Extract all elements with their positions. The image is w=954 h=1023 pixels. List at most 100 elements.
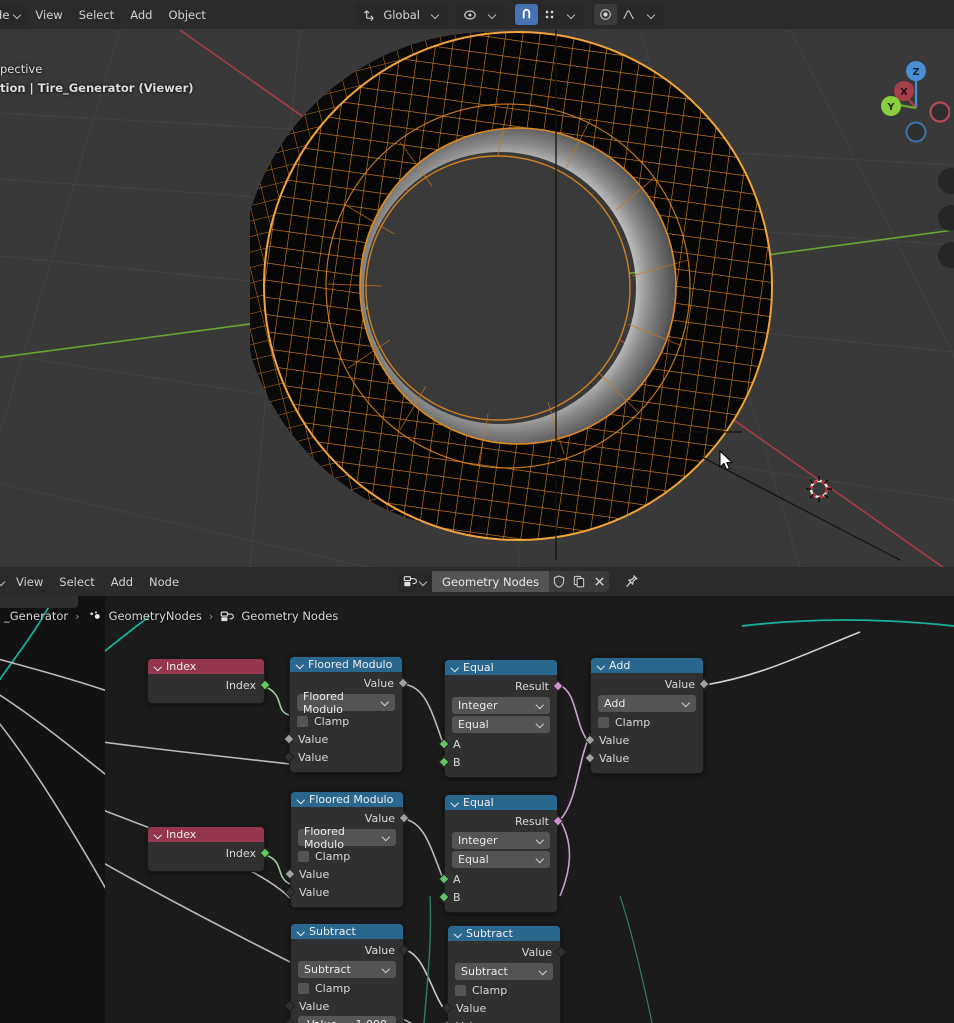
node-input-row[interactable]: A (438, 870, 557, 888)
socket-value-in-b[interactable] (284, 886, 296, 898)
snap-magnet-icon[interactable] (515, 4, 538, 25)
transform-orientation-value[interactable]: Global (378, 4, 425, 25)
pin-button[interactable] (620, 571, 644, 592)
chevron-down-icon[interactable] (425, 4, 446, 25)
node-floored-modulo-1[interactable]: Floored Modulo Value Floored Modulo Clam… (283, 656, 409, 773)
geometry-node-editor[interactable]: Index Index Floored Modulo Value Floored… (0, 567, 954, 1023)
fake-user-button[interactable] (549, 571, 569, 592)
node-header[interactable]: Subtract (291, 924, 403, 939)
breadcrumb-object[interactable]: _Generator (4, 609, 68, 623)
menu-node[interactable]: Node (141, 572, 187, 592)
socket-value-out[interactable] (698, 678, 710, 690)
socket-value-in-a[interactable] (284, 1000, 296, 1012)
socket-index-out[interactable] (259, 679, 271, 691)
menu-view[interactable]: View (27, 5, 70, 25)
node-tree-name-field[interactable]: Geometry Nodes (431, 571, 549, 592)
node-index-2[interactable]: Index Index (147, 826, 271, 872)
node-output-row[interactable]: Value (290, 674, 409, 692)
node-output-row[interactable]: Value (448, 943, 567, 961)
node-input-row-value[interactable]: Value 1.000 (284, 1015, 403, 1023)
collapse-chevron-icon[interactable] (451, 799, 458, 806)
collapse-chevron-icon[interactable] (597, 662, 604, 669)
collapse-chevron-icon[interactable] (297, 928, 304, 935)
menu-add[interactable]: Add (103, 572, 141, 592)
transform-orientation-group[interactable]: Global (355, 4, 448, 25)
clamp-checkbox[interactable]: Clamp (455, 982, 553, 998)
node-input-row[interactable]: Value (284, 865, 403, 883)
node-subtract-1[interactable]: Subtract Value Subtract Clamp Value (284, 923, 410, 1023)
menu-object[interactable]: Object (160, 5, 213, 25)
menu-select[interactable]: Select (71, 5, 122, 25)
node-header[interactable]: Add (591, 658, 703, 673)
proportional-editing-group[interactable] (592, 4, 664, 25)
operation-dropdown[interactable]: Add (598, 695, 696, 712)
node-input-row[interactable]: B (438, 888, 557, 906)
node-add-1[interactable]: Add Value Add Clamp Value Value (584, 657, 710, 774)
navigation-gizmo[interactable]: Z X Y (874, 50, 950, 150)
3d-viewport[interactable]: ode View Select Add Object Global (0, 0, 954, 567)
socket-value-in-a[interactable] (283, 733, 295, 745)
collapse-chevron-icon[interactable] (451, 664, 458, 671)
gizmo-axis-neg-x[interactable] (929, 101, 950, 123)
node-input-row[interactable]: A (438, 735, 557, 753)
node-floored-modulo-2[interactable]: Floored Modulo Value Floored Modulo Clam… (284, 791, 410, 908)
viewport-header[interactable]: ode View Select Add Object Global (0, 0, 954, 29)
node-input-row[interactable]: Value (283, 730, 402, 748)
node-header[interactable]: Floored Modulo (291, 792, 403, 807)
chevron-down-icon[interactable] (561, 4, 582, 25)
node-header[interactable]: Equal (445, 795, 557, 810)
node-input-row[interactable]: Value (441, 999, 560, 1017)
socket-value-in-a[interactable] (584, 734, 596, 746)
socket-value-out[interactable] (398, 812, 410, 824)
pivot-point-icon[interactable] (458, 4, 482, 25)
node-output-row[interactable]: Result (445, 812, 564, 830)
clamp-checkbox[interactable]: Clamp (598, 714, 696, 730)
pivot-point-group[interactable] (456, 4, 505, 25)
node-equal-2[interactable]: Equal Result Integer Equal A B (438, 794, 564, 913)
collapse-chevron-icon[interactable] (296, 661, 303, 668)
node-input-row[interactable]: Value (284, 997, 403, 1015)
operation-dropdown[interactable]: Floored Modulo (298, 825, 396, 851)
chevron-down-icon[interactable] (0, 572, 8, 592)
node-output-row[interactable]: Index (148, 844, 271, 862)
checkbox-box[interactable] (598, 716, 609, 728)
node-output-row[interactable]: Result (445, 677, 564, 695)
node-input-row[interactable]: Value (283, 748, 402, 766)
operation-dropdown[interactable]: Floored Modulo (297, 690, 395, 716)
node-input-row[interactable]: Value (441, 1017, 560, 1023)
socket-value-in-b[interactable] (584, 752, 596, 764)
socket-value-out[interactable] (555, 946, 567, 958)
socket-value-out[interactable] (397, 677, 409, 689)
gizmo-axis-neg-z[interactable] (905, 121, 927, 143)
socket-value-in-b[interactable] (283, 751, 295, 763)
node-canvas[interactable]: Index Index Floored Modulo Value Floored… (0, 596, 954, 1023)
breadcrumb-modifier[interactable]: GeometryNodes (109, 609, 202, 623)
collapse-chevron-icon[interactable] (297, 796, 304, 803)
node-index-1[interactable]: Index Index (147, 658, 271, 704)
checkbox-box[interactable] (298, 982, 309, 994)
node-header[interactable]: Index (148, 659, 264, 674)
node-header[interactable]: Subtract (448, 926, 560, 941)
node-tree-browse-button[interactable] (397, 571, 432, 592)
collapse-chevron-icon[interactable] (154, 663, 161, 670)
node-header[interactable]: Floored Modulo (290, 657, 402, 672)
data-type-dropdown[interactable]: Integer (452, 832, 550, 849)
socket-value-out[interactable] (398, 944, 410, 956)
socket-b-in[interactable] (438, 756, 450, 768)
socket-index-out[interactable] (259, 847, 271, 859)
collapse-chevron-icon[interactable] (154, 831, 161, 838)
snapping-group[interactable] (513, 4, 584, 25)
collapse-chevron-icon[interactable] (454, 930, 461, 937)
checkbox-box[interactable] (455, 984, 466, 996)
operation-dropdown[interactable]: Equal (452, 716, 550, 733)
node-input-row[interactable]: Value (584, 731, 703, 749)
proportional-editing-icon[interactable] (594, 4, 617, 25)
socket-a-in[interactable] (438, 738, 450, 750)
mode-dropdown[interactable]: ode (0, 4, 28, 25)
breadcrumb-tree[interactable]: Geometry Nodes (241, 609, 338, 623)
node-input-row[interactable]: Value (284, 883, 403, 901)
editor-corner-tab[interactable] (0, 596, 78, 608)
node-equal-1[interactable]: Equal Result Integer Equal A B (438, 659, 564, 778)
tire-generator-object[interactable] (250, 20, 790, 560)
socket-value-in-b[interactable] (284, 1018, 296, 1023)
